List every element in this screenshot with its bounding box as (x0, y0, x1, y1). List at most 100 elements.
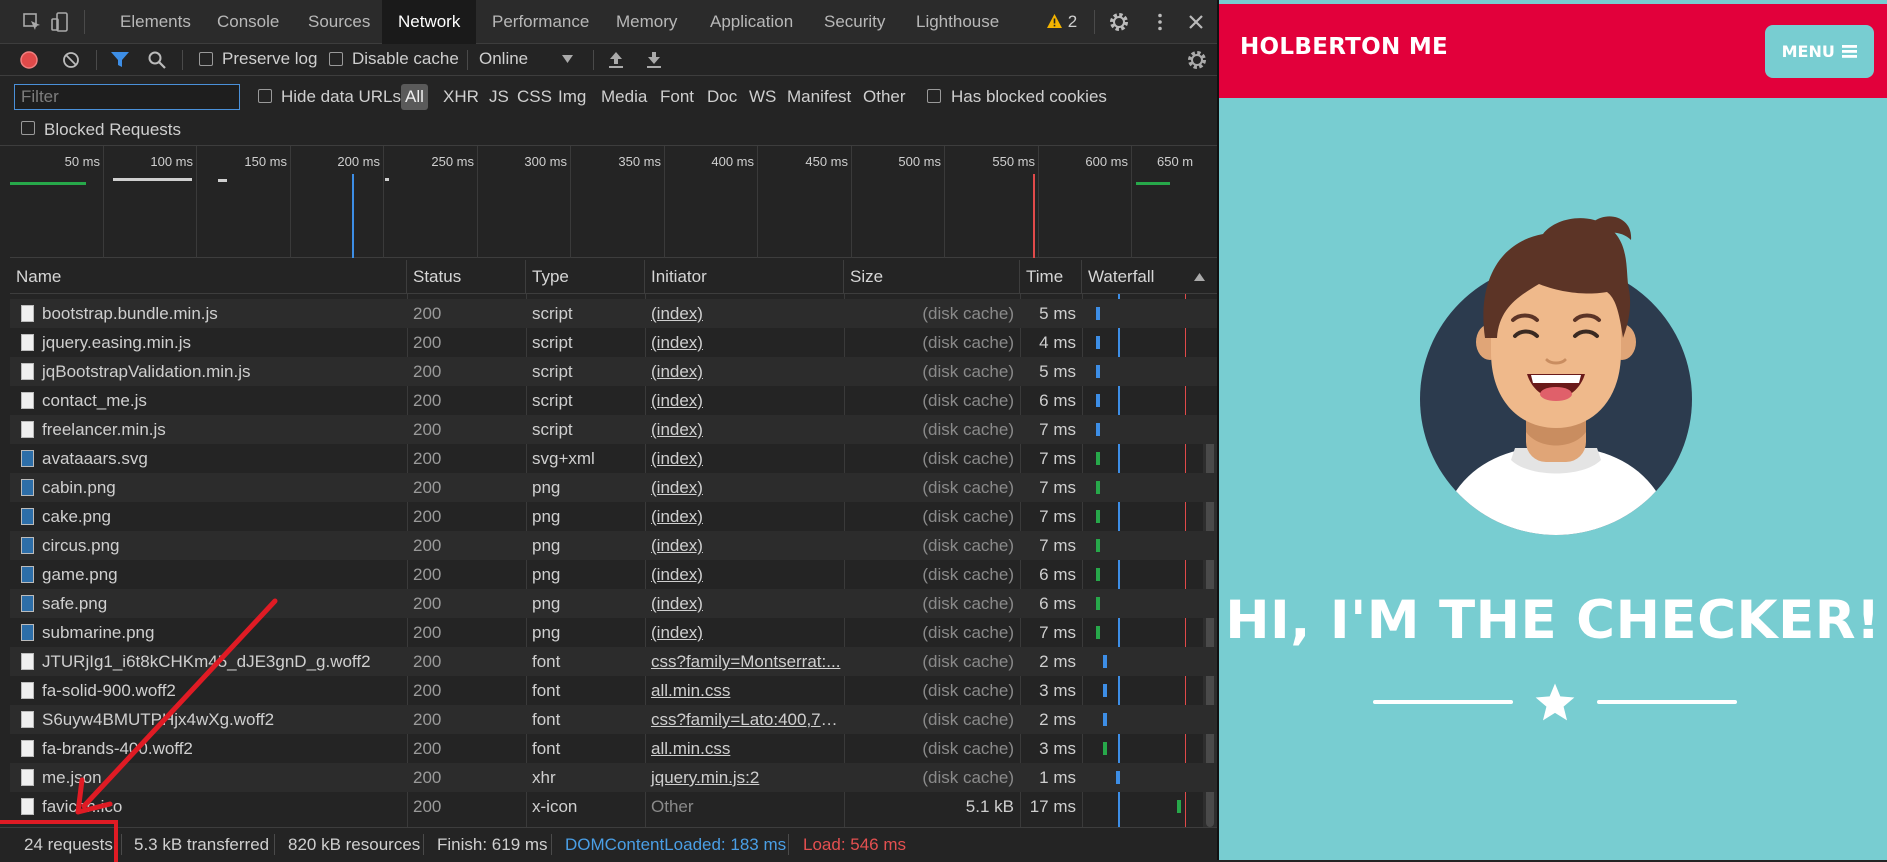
table-row[interactable]: jquery.easing.min.js 200 script (index) (dis… (10, 328, 1219, 357)
tab-application[interactable]: Application (694, 0, 809, 44)
table-row[interactable]: circus.png 200 png (index) (disk cache) 7 ms (10, 531, 1219, 560)
site-brand[interactable]: HOLBERTON ME (1240, 34, 1448, 60)
network-overview[interactable]: 50 ms 100 ms 150 ms 200 ms 250 ms 300 ms… (10, 146, 1219, 258)
request-waterfall (1082, 531, 1219, 560)
filter-bar: Hide data URLs All XHR JS CSS Img Media … (0, 76, 1219, 146)
request-type: png (532, 623, 561, 642)
tab-elements[interactable]: Elements (104, 0, 207, 44)
request-initiator[interactable]: (index) (645, 473, 844, 502)
settings-gear-icon[interactable] (1108, 11, 1130, 33)
has-blocked-cookies-checkbox[interactable] (927, 89, 941, 103)
filter-type-all[interactable]: All (401, 84, 428, 110)
device-toolbar-icon[interactable] (50, 12, 70, 32)
waterfall-bar (1096, 568, 1100, 581)
request-waterfall (1082, 328, 1219, 357)
overview-bar (385, 178, 389, 181)
request-time: 7 ms (1039, 420, 1076, 439)
inspect-element-icon[interactable] (22, 12, 42, 32)
blocked-requests-checkbox[interactable] (21, 121, 35, 135)
tab-memory[interactable]: Memory (600, 0, 693, 44)
column-header-name[interactable]: Name (10, 260, 407, 294)
filter-input[interactable] (14, 84, 240, 110)
warnings-count: 2 (1067, 12, 1078, 31)
tab-performance[interactable]: Performance (476, 0, 605, 44)
filter-type-img[interactable]: Img (558, 84, 586, 110)
request-initiator[interactable]: (index) (645, 560, 844, 589)
column-header-time[interactable]: Time (1020, 260, 1082, 294)
import-har-icon[interactable] (607, 50, 625, 70)
filter-type-media[interactable]: Media (601, 84, 647, 110)
record-button-icon[interactable] (19, 50, 39, 70)
waterfall-bar (1116, 771, 1120, 784)
preserve-log-checkbox[interactable] (199, 52, 213, 66)
filter-type-font[interactable]: Font (660, 84, 694, 110)
network-toolbar: Preserve log Disable cache Online (0, 44, 1219, 76)
throttling-select[interactable]: Online (478, 44, 578, 76)
filter-type-css[interactable]: CSS (517, 84, 552, 110)
search-icon[interactable] (147, 50, 167, 70)
request-waterfall (1082, 299, 1219, 328)
column-header-status[interactable]: Status (407, 260, 526, 294)
table-row[interactable]: cake.png 200 png (index) (disk cache) 7 ms (10, 502, 1219, 531)
tab-network[interactable]: Network (382, 0, 476, 44)
request-initiator[interactable]: (index) (645, 618, 844, 647)
overview-divider (570, 146, 571, 258)
request-initiator[interactable]: css?family=Montserrat:... (645, 647, 844, 676)
request-waterfall (1082, 502, 1219, 531)
table-row[interactable]: bootstrap.bundle.min.js 200 script (index) (… (10, 299, 1219, 328)
more-options-icon[interactable] (1150, 12, 1170, 32)
filter-icon[interactable] (110, 51, 130, 69)
column-header-waterfall[interactable]: Waterfall (1082, 260, 1219, 294)
table-row[interactable]: jqBootstrapValidation.min.js 200 script (in… (10, 357, 1219, 386)
table-row[interactable]: avataaars.svg 200 svg+xml (index) (disk cach… (10, 444, 1219, 473)
filter-type-doc[interactable]: Doc (707, 84, 737, 110)
waterfall-bar (1096, 626, 1100, 639)
overview-bar (113, 178, 192, 181)
request-status: 200 (413, 768, 442, 787)
column-header-type[interactable]: Type (526, 260, 645, 294)
export-har-icon[interactable] (645, 50, 663, 70)
table-row[interactable]: game.png 200 png (index) (disk cache) 6 ms (10, 560, 1219, 589)
clear-icon[interactable] (61, 50, 81, 70)
request-initiator[interactable]: jquery.min.js:2 (645, 763, 844, 792)
waterfall-bar (1103, 655, 1107, 668)
filter-type-other[interactable]: Other (863, 84, 906, 110)
network-settings-icon[interactable] (1186, 49, 1208, 71)
request-initiator[interactable]: (index) (645, 386, 844, 415)
filter-type-ws[interactable]: WS (749, 84, 776, 110)
filter-type-manifest[interactable]: Manifest (787, 84, 851, 110)
tab-security[interactable]: Security (808, 0, 901, 44)
request-initiator[interactable]: all.min.css (645, 676, 844, 705)
menu-button[interactable]: MENU (1765, 25, 1874, 78)
table-row[interactable]: cabin.png 200 png (index) (disk cache) 7 ms (10, 473, 1219, 502)
request-initiator[interactable]: (index) (645, 299, 844, 328)
request-initiator[interactable]: all.min.css (645, 734, 844, 763)
tab-console[interactable]: Console (201, 0, 295, 44)
request-type: png (532, 536, 561, 555)
disable-cache-checkbox[interactable] (329, 52, 343, 66)
hide-data-urls-checkbox[interactable] (258, 89, 272, 103)
request-initiator[interactable]: css?family=Lato:400,70... (645, 705, 844, 734)
table-row[interactable]: contact_me.js 200 script (index) (disk cache… (10, 386, 1219, 415)
request-initiator[interactable]: (index) (645, 328, 844, 357)
request-size: (disk cache) (922, 391, 1014, 410)
tab-lighthouse[interactable]: Lighthouse (900, 0, 1015, 44)
filter-type-js[interactable]: JS (489, 84, 509, 110)
table-row[interactable]: freelancer.min.js 200 script (index) (disk c… (10, 415, 1219, 444)
request-waterfall (1082, 647, 1219, 676)
request-initiator[interactable]: (index) (645, 444, 844, 473)
request-initiator[interactable]: (index) (645, 502, 844, 531)
column-header-initiator[interactable]: Initiator (645, 260, 844, 294)
request-status: 200 (413, 710, 442, 729)
warnings-indicator[interactable]: 2 (1046, 12, 1077, 32)
tab-sources[interactable]: Sources (292, 0, 386, 44)
request-initiator[interactable]: (index) (645, 357, 844, 386)
overview-divider (664, 146, 665, 258)
request-initiator[interactable]: (index) (645, 415, 844, 444)
request-initiator[interactable]: (index) (645, 531, 844, 560)
request-initiator[interactable]: (index) (645, 589, 844, 618)
close-icon[interactable] (1186, 12, 1206, 32)
column-header-size[interactable]: Size (844, 260, 1020, 294)
request-size: 5.1 kB (965, 797, 1014, 816)
filter-type-xhr[interactable]: XHR (443, 84, 479, 110)
